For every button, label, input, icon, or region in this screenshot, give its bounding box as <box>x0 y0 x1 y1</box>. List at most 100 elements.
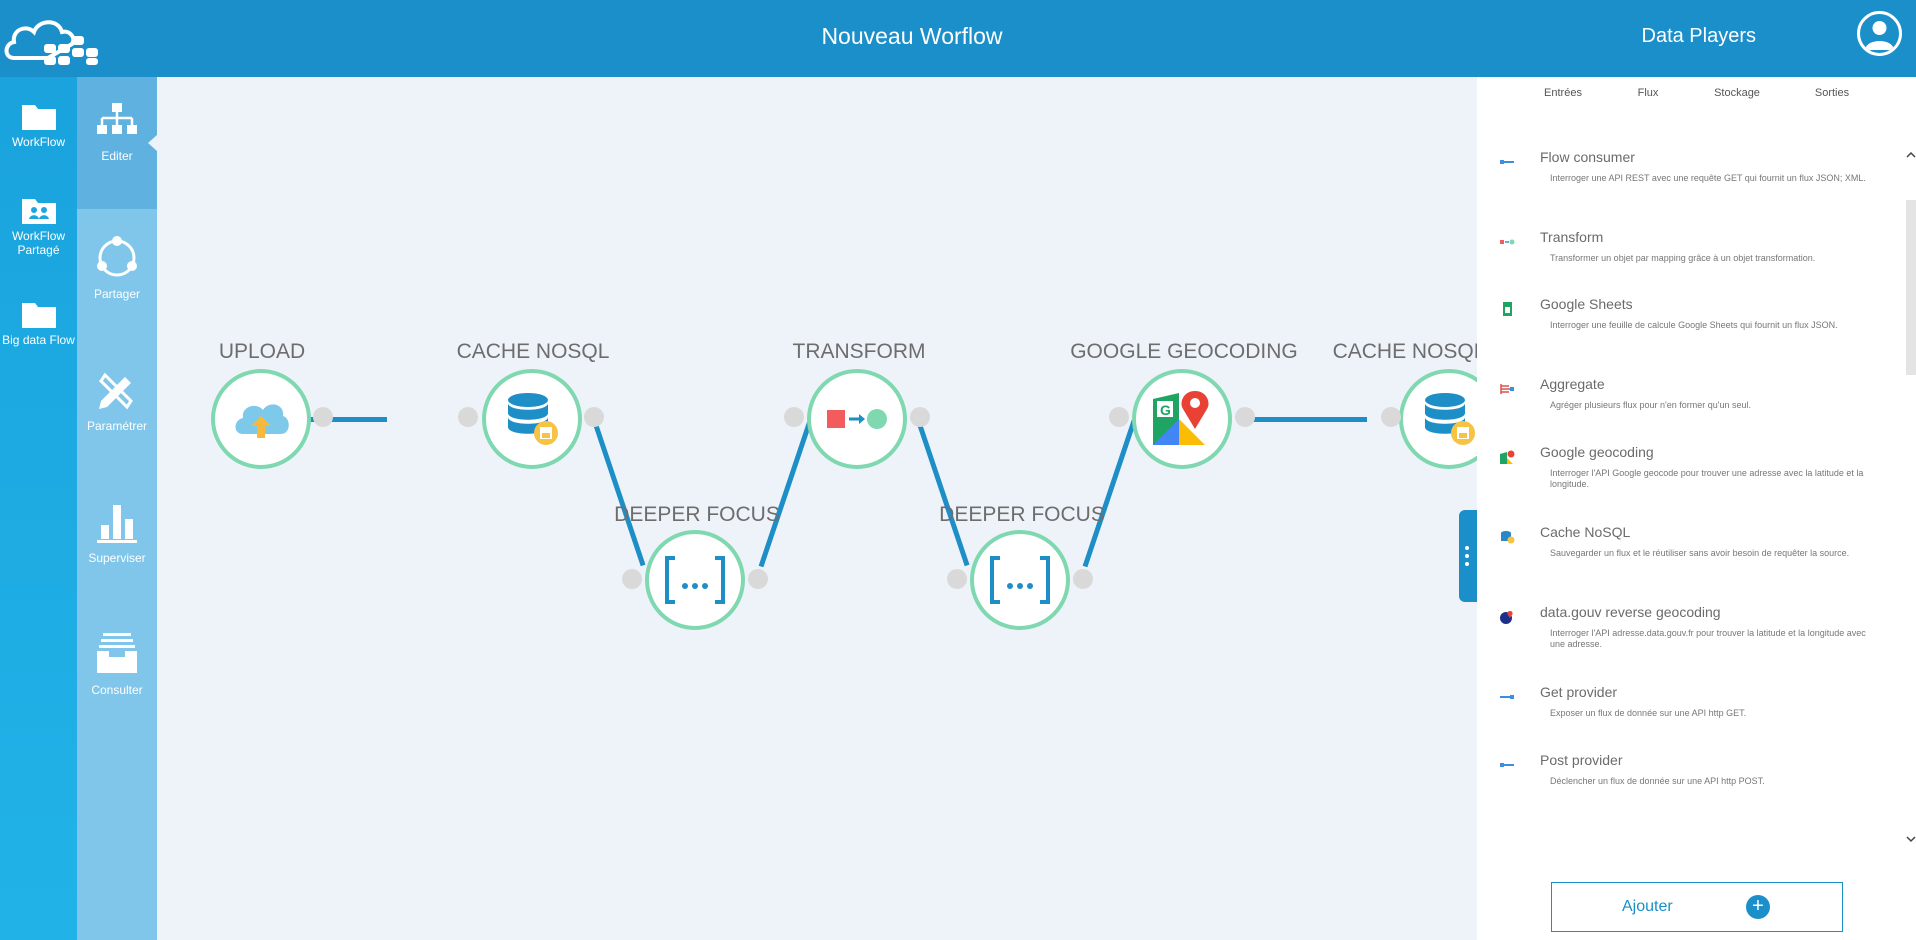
add-button[interactable]: Ajouter + <box>1551 882 1843 932</box>
output-port[interactable] <box>748 569 768 589</box>
cloud-upload-icon <box>235 404 289 438</box>
secondary-sidebar: Editer Partager Paramétrer Superviser Co… <box>77 77 157 940</box>
database-icon <box>508 393 558 445</box>
geo-pin-icon <box>1500 611 1513 624</box>
output-port[interactable] <box>1235 407 1255 427</box>
panel-toggle-tab[interactable] <box>1459 510 1479 602</box>
item-description: Interroger l'API adresse.data.gouv.fr po… <box>1550 628 1866 649</box>
workflow-canvas[interactable]: UPLOAD CACHE NOSQL DEEPER FOCUS TRANSFOR… <box>157 77 1477 940</box>
nav-item-superviser[interactable]: Superviser <box>77 499 157 565</box>
nav-item-workflow[interactable]: WorkFlow <box>0 101 77 149</box>
nav-item-partager[interactable]: Partager <box>77 235 157 301</box>
edge <box>915 418 970 567</box>
item-description: Agréger plusieurs flux pour n'en former … <box>1550 400 1752 410</box>
avatar[interactable] <box>1857 11 1902 56</box>
tab-stockage[interactable]: Stockage <box>1714 87 1760 99</box>
item-description: Exposer un flux de donnée sur une API ht… <box>1550 708 1747 718</box>
inbox-icon <box>97 633 137 673</box>
brackets-icon <box>990 556 1050 604</box>
output-port[interactable] <box>584 407 604 427</box>
share-circle-icon <box>97 236 137 277</box>
vertical-dots-icon <box>1465 546 1469 566</box>
svg-text:G: G <box>1160 402 1171 418</box>
scroll-down-icon[interactable] <box>1904 834 1916 844</box>
sheets-icon <box>1503 302 1512 316</box>
nav-item-parametrer[interactable]: Paramétrer <box>77 367 157 433</box>
scrollbar-thumb[interactable] <box>1906 200 1916 375</box>
tab-entrees[interactable]: Entrées <box>1544 87 1582 99</box>
item-title: Post provider <box>1540 752 1623 768</box>
edge <box>591 418 646 567</box>
nav-label: Consulter <box>91 683 143 697</box>
top-bar: Nouveau Worflow Data Players <box>0 0 1916 77</box>
input-port[interactable] <box>1381 407 1401 427</box>
nav-label: Big data Flow <box>2 333 75 347</box>
item-title: data.gouv reverse geocoding <box>1540 604 1721 620</box>
tab-flux[interactable]: Flux <box>1638 87 1659 99</box>
item-description: Interroger l'API Google geocode pour tro… <box>1550 468 1864 489</box>
node-label: GOOGLE GEOCODING <box>1070 340 1298 363</box>
settings-tools-icon <box>99 372 133 410</box>
output-port[interactable] <box>910 407 930 427</box>
nav-item-consulter[interactable]: Consulter <box>77 631 157 697</box>
components-panel: Entrées Flux Stockage Sorties Flow consu… <box>1477 77 1916 940</box>
shared-users-folder-icon <box>21 199 56 224</box>
node-label: DEEPER FOCUS <box>614 503 780 526</box>
user-name[interactable]: Data Players <box>1642 25 1757 48</box>
node-label: DEEPER FOCUS <box>939 503 1105 526</box>
input-port[interactable] <box>1109 407 1129 427</box>
input-port[interactable] <box>784 407 804 427</box>
input-port[interactable] <box>458 407 478 427</box>
plus-icon: + <box>1746 895 1770 919</box>
scrollbar[interactable] <box>1904 150 1916 844</box>
nav-label: Editer <box>101 149 133 163</box>
item-description: Interroger une feuille de calcule Google… <box>1550 320 1838 330</box>
workflow-node-cache-nosql[interactable] <box>482 369 582 469</box>
folder-icon <box>21 105 56 130</box>
user-icon <box>1865 21 1894 50</box>
item-title: Aggregate <box>1540 376 1605 392</box>
output-port[interactable] <box>313 407 333 427</box>
workflow-node-deeper-focus[interactable] <box>970 530 1070 630</box>
workflow-node-upload[interactable] <box>211 369 311 469</box>
item-title: Google geocoding <box>1540 444 1654 460</box>
page-title: Nouveau Worflow <box>821 23 1003 49</box>
input-port[interactable] <box>622 569 642 589</box>
brackets-icon <box>665 556 725 604</box>
nav-item-editer[interactable]: Editer <box>77 101 157 163</box>
item-description: Déclencher un flux de donnée sur une API… <box>1550 776 1765 786</box>
transform-icon <box>1500 239 1515 245</box>
node-label: TRANSFORM <box>792 340 926 363</box>
input-port[interactable] <box>947 569 967 589</box>
item-title: Transform <box>1540 229 1604 245</box>
bar-chart-icon <box>97 505 137 543</box>
add-button-label: Ajouter <box>1622 898 1673 915</box>
nav-label: Paramétrer <box>86 419 148 433</box>
output-port[interactable] <box>1073 569 1093 589</box>
workflow-node-deeper-focus[interactable] <box>645 530 745 630</box>
workflow-node-google-geocoding[interactable]: G <box>1132 369 1232 469</box>
workflow-node-transform[interactable] <box>807 369 907 469</box>
nav-label: WorkFlow Partagé <box>11 229 66 257</box>
item-description: Interroger une API REST avec une requête… <box>1550 173 1866 183</box>
nav-item-workflow-shared[interactable]: WorkFlow Partagé <box>0 195 77 257</box>
plug-out-icon <box>1500 695 1514 699</box>
tab-sorties[interactable]: Sorties <box>1815 87 1849 99</box>
item-title: Google Sheets <box>1540 296 1633 312</box>
nav-label: WorkFlow <box>11 135 66 149</box>
plug-icon <box>1500 160 1514 164</box>
nav-item-big-data-flow[interactable]: Big data Flow <box>0 299 77 347</box>
item-description: Transformer un objet par mapping grâce à… <box>1550 253 1816 263</box>
item-title: Flow consumer <box>1540 149 1635 165</box>
workflow-node-cache-nosql[interactable] <box>1399 369 1477 469</box>
google-maps-icon: G <box>1153 391 1209 445</box>
item-description: Sauvegarder un flux et le réutiliser san… <box>1550 548 1850 558</box>
plug-out-icon <box>1500 763 1514 767</box>
scroll-up-icon[interactable] <box>1904 150 1916 160</box>
folder-icon <box>21 303 56 328</box>
node-label: UPLOAD <box>218 340 306 363</box>
nav-label: Superviser <box>88 551 146 565</box>
edge <box>1082 419 1137 568</box>
primary-sidebar: WorkFlow WorkFlow Partagé Big data Flow <box>0 77 77 940</box>
item-title: Cache NoSQL <box>1540 524 1631 540</box>
